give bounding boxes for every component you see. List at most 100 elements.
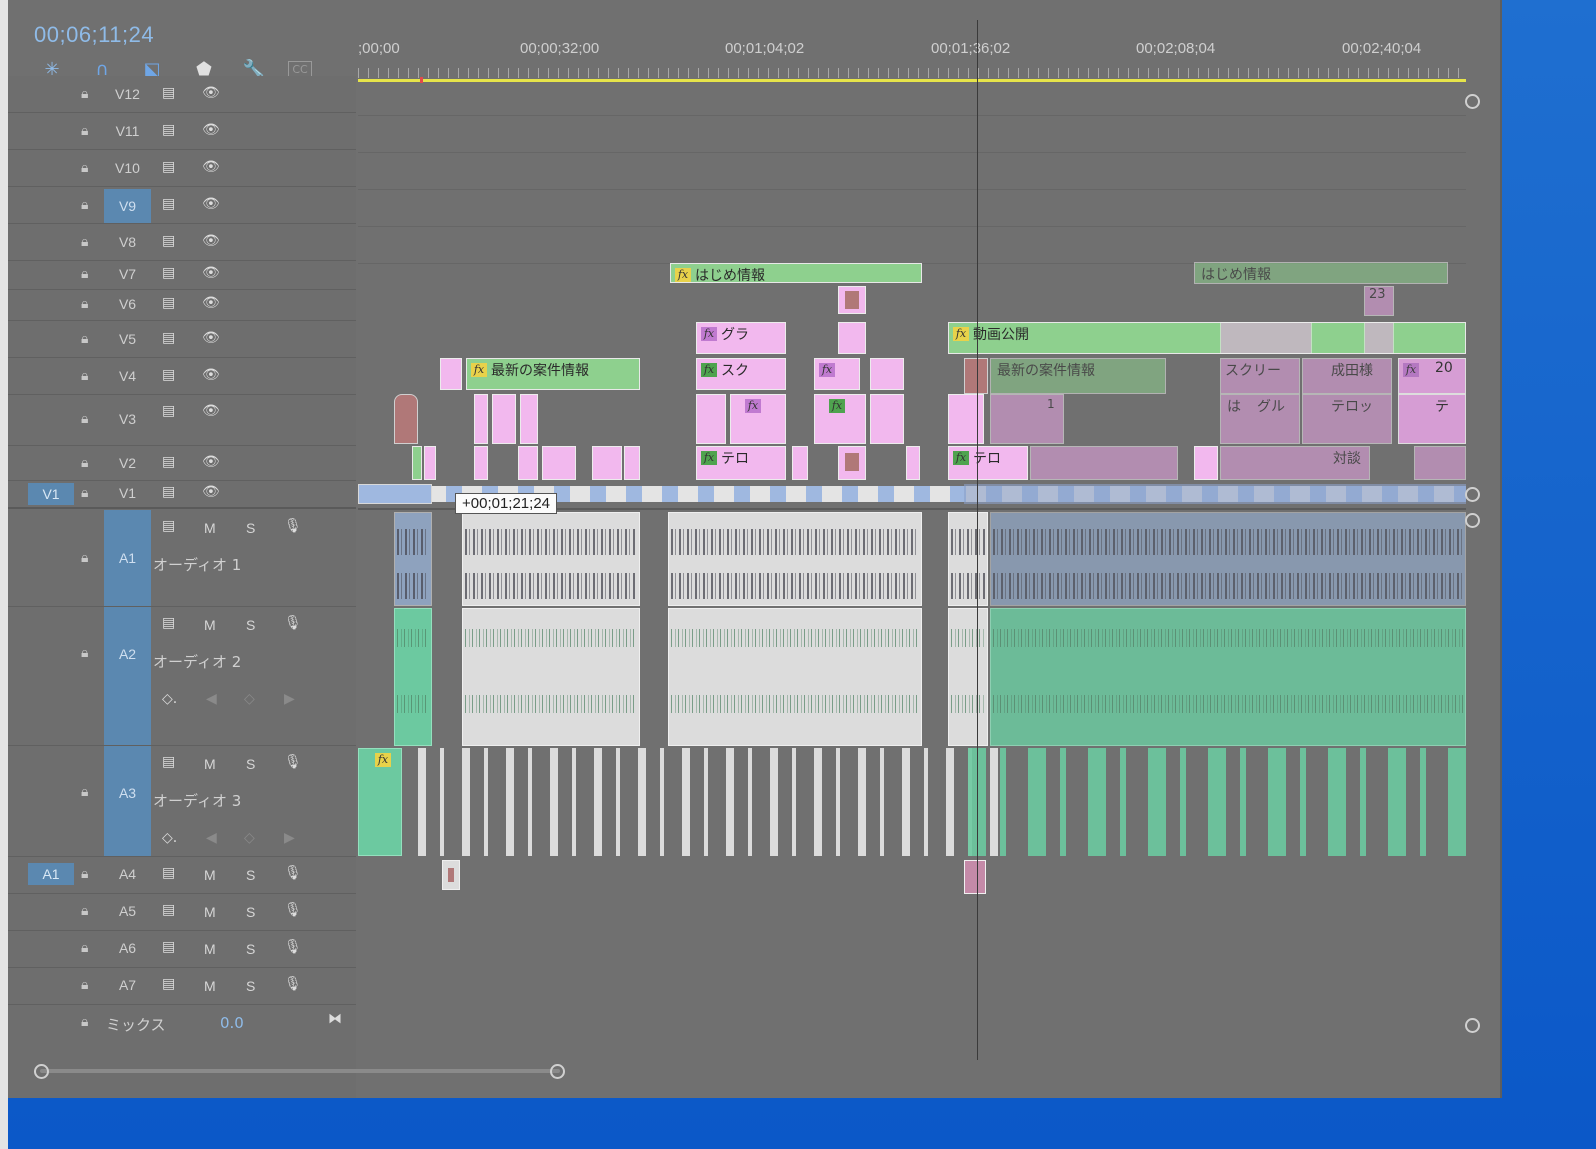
sync-lock-icon[interactable]: ▤ [162, 484, 175, 500]
lock-icon[interactable]: 🔒︎ [81, 977, 88, 993]
lock-icon[interactable]: 🔒︎ [81, 234, 88, 250]
scrollbar-thumb[interactable] [40, 1069, 560, 1073]
graphic-clip[interactable] [1220, 322, 1312, 354]
mute-button[interactable]: M [204, 867, 216, 883]
video-clip[interactable] [518, 446, 538, 480]
track-label[interactable]: V4 [104, 368, 151, 384]
microphone-icon[interactable]: 🎙︎ [284, 754, 302, 770]
audio-clip[interactable] [990, 608, 1466, 746]
graphic-clip[interactable]: 23 [1364, 286, 1394, 316]
sync-lock-icon[interactable]: ▤ [162, 754, 175, 770]
audio-clip[interactable] [668, 608, 922, 746]
current-timecode[interactable]: 00;06;11;24 [34, 22, 154, 48]
graphic-clip[interactable] [964, 358, 988, 394]
solo-button[interactable]: S [246, 867, 255, 883]
microphone-icon[interactable]: 🎙︎ [284, 939, 302, 955]
graphic-clip[interactable] [838, 322, 866, 354]
track-label[interactable]: V6 [104, 296, 151, 312]
audio-clip-strip[interactable] [418, 748, 1008, 856]
sync-lock-icon[interactable]: ▤ [162, 122, 175, 138]
graphic-clip[interactable] [948, 394, 984, 444]
microphone-icon[interactable]: 🎙︎ [284, 518, 302, 534]
audio-clip-strip[interactable] [968, 748, 1466, 856]
sync-lock-icon[interactable]: ▤ [162, 196, 175, 212]
lock-icon[interactable]: 🔒︎ [81, 784, 88, 800]
track-label-targeted[interactable]: A1 [104, 510, 151, 606]
graphic-clip[interactable] [838, 286, 866, 314]
graphic-clip[interactable]: 成田様 [1302, 358, 1392, 394]
sync-lock-icon[interactable]: ▤ [162, 615, 175, 631]
video-clip[interactable]: fx テロ [696, 446, 786, 480]
graphic-clip[interactable] [1364, 322, 1394, 354]
track-label[interactable]: V11 [104, 123, 151, 139]
track-name[interactable]: オーディオ 3 [153, 790, 241, 811]
solo-button[interactable]: S [246, 756, 255, 772]
lock-icon[interactable]: 🔒︎ [81, 266, 88, 282]
video-clip[interactable] [792, 446, 808, 480]
lock-icon[interactable]: 🔒︎ [81, 123, 88, 139]
lock-icon[interactable]: 🔒︎ [81, 866, 88, 882]
track-label[interactable]: A4 [104, 866, 151, 882]
microphone-icon[interactable]: 🎙︎ [284, 615, 302, 631]
sync-lock-icon[interactable]: ▤ [162, 295, 175, 311]
track-label[interactable]: V3 [104, 411, 151, 427]
solo-button[interactable]: S [246, 617, 255, 633]
audio-clip[interactable] [948, 512, 988, 606]
mix-volume[interactable]: 0.0 [220, 1014, 244, 1032]
track-label[interactable]: V10 [104, 160, 151, 176]
mute-button[interactable]: M [204, 978, 216, 994]
lock-icon[interactable]: 🔒︎ [81, 455, 88, 471]
sync-lock-icon[interactable]: ▤ [162, 865, 175, 881]
track-label[interactable]: A7 [104, 977, 151, 993]
track-label[interactable]: V7 [104, 266, 151, 282]
prev-keyframe-icon[interactable]: ◀ [206, 830, 217, 846]
solo-button[interactable]: S [246, 978, 255, 994]
add-keyframe-icon[interactable]: ◇ [244, 830, 255, 846]
solo-button[interactable]: S [246, 904, 255, 920]
video-clip[interactable] [1030, 446, 1178, 480]
video-clip[interactable] [838, 446, 866, 480]
track-label-targeted[interactable]: V9 [104, 189, 151, 223]
video-clip[interactable] [424, 446, 436, 480]
graphic-clip[interactable]: fx グラ [696, 322, 786, 354]
graphic-clip[interactable]: fx 20 [1398, 358, 1466, 394]
graphic-clip[interactable]: fx [814, 394, 866, 444]
lock-icon[interactable]: 🔒︎ [81, 940, 88, 956]
sync-lock-icon[interactable]: ▤ [162, 265, 175, 281]
track-label[interactable]: V5 [104, 331, 151, 347]
timeline-tracks[interactable]: fx はじめ情報 はじめ情報 23 fx グラ fx 動画公開 fx 最新の案件… [358, 20, 1466, 1061]
mute-button[interactable]: M [204, 941, 216, 957]
audio-clip[interactable] [668, 512, 922, 606]
scrollbar-handle-icon[interactable] [1465, 513, 1480, 528]
graphic-clip[interactable] [696, 394, 726, 444]
eye-icon[interactable]: 👁︎ [202, 403, 220, 419]
eye-icon[interactable]: 👁︎ [202, 367, 220, 383]
video-clip[interactable] [592, 446, 622, 480]
graphic-clip[interactable]: テロッ [1302, 394, 1392, 444]
scrollbar-left-handle-icon[interactable] [34, 1064, 49, 1079]
audio-clip[interactable] [462, 608, 640, 746]
lock-icon[interactable]: 🔒︎ [81, 411, 88, 427]
title-clip[interactable]: 最新の案件情報 [990, 358, 1166, 394]
add-keyframe-icon[interactable]: ◇ [244, 691, 255, 707]
next-keyframe-icon[interactable]: ▶ [284, 830, 295, 846]
video-clip[interactable]: fx テロ [948, 446, 1028, 480]
audio-clip[interactable] [442, 860, 460, 890]
audio-clip[interactable] [948, 608, 988, 746]
eye-icon[interactable]: 👁︎ [202, 159, 220, 175]
title-clip[interactable]: fx はじめ情報 [670, 263, 922, 284]
solo-button[interactable]: S [246, 520, 255, 536]
lock-icon[interactable]: 🔒︎ [81, 86, 88, 102]
graphic-clip[interactable] [492, 394, 516, 444]
keyframe-menu-icon[interactable]: ◇. [162, 830, 177, 846]
time-ruler[interactable]: ;00;00 00;00;32;00 00;01;04;02 00;01;36;… [358, 30, 1466, 90]
track-label[interactable]: V1 [104, 485, 151, 501]
graphic-clip[interactable] [520, 394, 538, 444]
video-clip[interactable] [1414, 446, 1466, 480]
scrollbar-handle-icon[interactable] [1465, 1018, 1480, 1033]
keyframe-menu-icon[interactable]: ◇. [162, 691, 177, 707]
audio-source-patch[interactable]: A1 [28, 863, 74, 885]
video-clip[interactable] [624, 446, 640, 480]
track-label-targeted[interactable]: A3 [104, 746, 151, 856]
sync-lock-icon[interactable]: ▤ [162, 403, 175, 419]
